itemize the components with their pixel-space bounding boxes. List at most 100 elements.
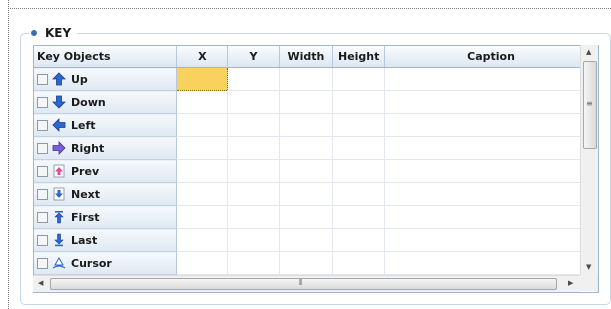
- dotted-frame-top: [8, 8, 611, 9]
- cell-left-width[interactable]: [279, 113, 334, 137]
- cell-next-height[interactable]: [332, 182, 386, 206]
- column-header-caption[interactable]: Caption: [384, 46, 598, 68]
- row-label-first: First: [71, 210, 100, 224]
- down-arrow-icon: [52, 95, 66, 109]
- cell-first-x[interactable]: [176, 205, 229, 229]
- column-header-width[interactable]: Width: [279, 46, 334, 68]
- left-arrow-icon: [52, 118, 66, 132]
- last-checkbox[interactable]: [37, 234, 48, 246]
- row-label-prev: Prev: [71, 164, 100, 178]
- cell-right-caption[interactable]: [384, 136, 598, 160]
- cell-cursor-height[interactable]: [332, 251, 386, 275]
- cell-first-width[interactable]: [279, 205, 334, 229]
- cell-next-caption[interactable]: [384, 182, 598, 206]
- cell-last-y[interactable]: [227, 228, 280, 252]
- cell-last-caption[interactable]: [384, 228, 598, 252]
- grip-icon: ≡: [586, 99, 593, 108]
- row-header-first[interactable]: First: [34, 205, 178, 229]
- cell-right-height[interactable]: [332, 136, 386, 160]
- row-header-last[interactable]: Last: [34, 228, 178, 252]
- cell-cursor-width[interactable]: [279, 251, 334, 275]
- cell-prev-y[interactable]: [227, 159, 280, 183]
- cell-up-height[interactable]: [332, 67, 386, 91]
- cell-cursor-y[interactable]: [227, 251, 280, 275]
- cell-first-y[interactable]: [227, 205, 280, 229]
- row-label-next: Next: [71, 187, 101, 201]
- cell-prev-height[interactable]: [332, 159, 386, 183]
- scroll-right-arrow-icon[interactable]: ▶: [568, 280, 573, 287]
- cell-prev-x[interactable]: [176, 159, 229, 183]
- first-icon: [54, 211, 64, 224]
- row-header-left[interactable]: Left: [34, 113, 178, 137]
- cell-cursor-x[interactable]: [176, 251, 229, 275]
- table-row: Left: [34, 113, 598, 137]
- cell-left-x[interactable]: [176, 113, 229, 137]
- down-checkbox[interactable]: [37, 96, 48, 108]
- cell-last-height[interactable]: [332, 228, 386, 252]
- up-checkbox[interactable]: [37, 73, 48, 85]
- next-page-icon: [53, 187, 65, 201]
- cell-first-height[interactable]: [332, 205, 386, 229]
- cell-right-width[interactable]: [279, 136, 334, 160]
- scroll-up-arrow-icon[interactable]: ▲: [586, 49, 591, 56]
- cell-left-caption[interactable]: [384, 113, 598, 137]
- up-arrow-icon: [52, 72, 66, 86]
- cell-first-caption[interactable]: [384, 205, 598, 229]
- cell-cursor-caption[interactable]: [384, 251, 598, 275]
- cell-next-x[interactable]: [176, 182, 229, 206]
- scroll-down-arrow-icon[interactable]: ▼: [586, 264, 591, 271]
- cell-left-height[interactable]: [332, 113, 386, 137]
- row-label-left: Left: [71, 118, 96, 132]
- horizontal-scrollbar[interactable]: ◀ ⦀ ▶: [33, 275, 580, 292]
- row-header-down[interactable]: Down: [34, 90, 178, 114]
- next-checkbox[interactable]: [37, 188, 48, 200]
- row-header-cursor[interactable]: Cursor: [34, 251, 178, 275]
- cell-down-height[interactable]: [332, 90, 386, 114]
- row-header-prev[interactable]: Prev: [34, 159, 178, 183]
- row-header-right[interactable]: Right: [34, 136, 178, 160]
- cell-down-x[interactable]: [176, 90, 229, 114]
- row-label-down: Down: [71, 95, 106, 109]
- cell-prev-caption[interactable]: [384, 159, 598, 183]
- cell-up-x[interactable]: [176, 67, 229, 91]
- cell-left-y[interactable]: [227, 113, 280, 137]
- cell-prev-width[interactable]: [279, 159, 334, 183]
- cell-right-x[interactable]: [176, 136, 229, 160]
- left-checkbox[interactable]: [37, 119, 48, 131]
- cell-up-width[interactable]: [279, 67, 334, 91]
- column-header-height[interactable]: Height: [332, 46, 386, 68]
- row-header-up[interactable]: Up: [34, 67, 178, 91]
- row-label-right: Right: [71, 141, 105, 155]
- table-row: Last: [34, 228, 598, 252]
- cell-right-y[interactable]: [227, 136, 280, 160]
- cell-up-y[interactable]: [227, 67, 280, 91]
- vertical-scroll-thumb[interactable]: ≡: [583, 61, 597, 149]
- cursor-checkbox[interactable]: [37, 257, 48, 269]
- first-checkbox[interactable]: [37, 211, 48, 223]
- right-checkbox[interactable]: [37, 142, 48, 154]
- column-header-y[interactable]: Y: [227, 46, 280, 68]
- column-header-x[interactable]: X: [176, 46, 229, 68]
- table-row: Next: [34, 182, 598, 206]
- cell-next-width[interactable]: [279, 182, 334, 206]
- table-row: First: [34, 205, 598, 229]
- column-header-key-objects[interactable]: Key Objects: [34, 46, 178, 68]
- cell-up-caption[interactable]: [384, 67, 598, 91]
- cell-last-x[interactable]: [176, 228, 229, 252]
- prev-page-icon: [53, 164, 65, 178]
- table-row: Right: [34, 136, 598, 160]
- horizontal-scroll-thumb[interactable]: ⦀: [50, 278, 557, 290]
- prev-checkbox[interactable]: [37, 165, 48, 177]
- table-row: Up: [34, 67, 598, 91]
- cell-last-width[interactable]: [279, 228, 334, 252]
- scroll-left-arrow-icon[interactable]: ◀: [38, 280, 43, 287]
- cell-down-caption[interactable]: [384, 90, 598, 114]
- cell-down-width[interactable]: [279, 90, 334, 114]
- key-objects-grid[interactable]: Key Objects X Y Width Height Caption Up: [33, 45, 599, 293]
- cell-down-y[interactable]: [227, 90, 280, 114]
- cursor-icon: [52, 256, 66, 269]
- right-arrow-icon: [52, 141, 66, 155]
- row-header-next[interactable]: Next: [34, 182, 178, 206]
- cell-next-y[interactable]: [227, 182, 280, 206]
- vertical-scrollbar[interactable]: ▲ ≡ ▼: [580, 45, 598, 275]
